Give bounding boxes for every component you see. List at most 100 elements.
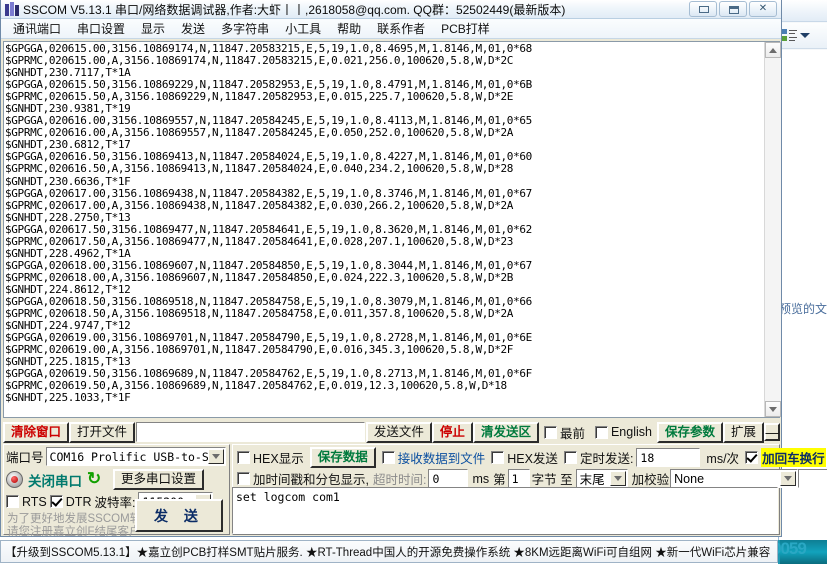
port-number-label: 端口号 [6,451,44,465]
checksum-label: 加校验 [631,473,670,487]
port-select[interactable]: COM16 Prolific USB-to-Seri [45,447,226,466]
rts-checkbox-box[interactable] [6,495,19,508]
background-window-titlebar [779,0,827,22]
timed-send-checkbox[interactable]: 定时发送: [563,448,634,467]
rts-label: RTS [22,494,47,509]
collapse-button[interactable]: — [764,423,780,441]
menu-item-display[interactable]: 显示 [133,19,173,38]
port-select-arrow-icon[interactable] [207,449,224,464]
menu-item-send[interactable]: 发送 [173,19,213,38]
checksum-extra-input[interactable] [798,469,827,488]
window-title: SSCOM V5.13.1 串口/网络数据调试器,作者:大虾丨丨,2618058… [23,2,566,17]
port-status-indicator-icon [6,471,23,488]
clear-send-area-button[interactable]: 清发送区 [472,421,539,443]
recv-to-file-checkbox-box[interactable] [381,451,395,464]
byte-end-arrow-icon[interactable] [609,471,626,486]
send-file-button[interactable]: 发送文件 [365,421,432,443]
english-checkbox[interactable]: English [594,425,652,439]
titlebar: SSCOM V5.13.1 串口/网络数据调试器,作者:大虾丨丨,2618058… [1,0,781,19]
menu-item-contact[interactable]: 联系作者 [369,19,433,38]
menu-item-port-setup[interactable]: 串口设置 [69,19,133,38]
topmost-label: 最前 [559,426,585,441]
timestamp-checkbox[interactable]: 加时间戳和分包显示, [237,469,369,488]
byte-from-input[interactable]: 1 [507,469,530,488]
file-toolbar: 清除窗口 打开文件 发送文件 停止 清发送区 最前 English 保存参数 扩… [3,421,780,443]
menu-item-comm-port[interactable]: 通讯端口 [5,19,69,38]
checksum-value: None [674,471,705,486]
crlf-checkbox[interactable]: 加回车换行 [745,448,826,467]
close-button[interactable]: ✕ [749,1,777,17]
terminal-line: $GNHDT,230.6636,T*1F [5,174,131,188]
byte-end-select[interactable]: 末尾 [575,469,628,488]
recv-to-file-label: 接收数据到文件 [397,452,486,466]
chevron-down-icon[interactable] [800,33,810,38]
ms-label: ms [472,471,490,486]
scroll-up-button[interactable] [765,42,781,58]
scrollbar-track[interactable] [765,58,781,401]
hex-send-checkbox[interactable]: HEX发送 [491,448,558,467]
save-data-button[interactable]: 保存数据 [309,447,376,468]
dtr-checkbox[interactable]: DTR [49,494,92,509]
timestamp-checkbox-box[interactable] [237,472,250,485]
recv-to-file-checkbox[interactable]: 接收数据到文件 [381,448,486,467]
minimize-button[interactable] [689,1,717,17]
refresh-ports-icon[interactable]: ↻ [87,470,104,488]
save-params-button[interactable]: 保存参数 [656,421,723,443]
terminal-scrollbar[interactable] [764,42,781,417]
menu-item-pcb[interactable]: PCB打样 [433,19,498,38]
hex-display-checkbox[interactable]: HEX显示 [237,448,304,467]
dtr-label: DTR [65,494,92,509]
close-port-button[interactable]: 关闭串口 [28,470,82,490]
send-button[interactable]: 发 送 [135,499,223,532]
baud-rate-label: 波特率: [94,496,136,510]
menubar: 通讯端口 串口设置 显示 发送 多字符串 小工具 帮助 联系作者 PCB打样 [1,19,781,39]
list-view-icon[interactable] [782,29,797,42]
crlf-label: 加回车换行 [761,448,826,467]
statusbar: 【升级到SSCOM5.13.1】★嘉立创PCB打样SMT贴片服务. ★RT-Th… [0,540,778,563]
app-logo-icon [4,1,20,17]
hex-display-checkbox-box[interactable] [237,451,250,464]
topmost-checkbox[interactable]: 最前 [543,423,585,442]
timed-send-label: 定时发送: [579,452,634,466]
timed-send-checkbox-box[interactable] [563,451,577,464]
topmost-checkbox-box[interactable] [543,425,557,439]
rts-checkbox[interactable]: RTS [6,495,47,509]
receive-area: $GPGGA,020615.00,3156.10869174,N,11847.2… [3,41,781,418]
dtr-checkbox-box[interactable] [49,495,63,508]
english-checkbox-box[interactable] [594,425,608,439]
file-path-input[interactable] [136,422,365,442]
terminal-line: $GPRMC,020617.00,A,3156.10869438,N,11847… [5,198,514,212]
send-textarea[interactable]: set logcom com1 [232,487,778,534]
clear-window-button[interactable]: 清除窗口 [3,421,70,443]
menu-item-help[interactable]: 帮助 [329,19,369,38]
hex-send-label: HEX发送 [507,452,558,466]
stop-button[interactable]: 停止 [431,421,473,443]
background-window-toolbar [779,23,827,49]
open-file-button[interactable]: 打开文件 [69,421,136,443]
crlf-checkbox-box[interactable] [745,451,759,464]
window-buttons: ✕ [689,1,777,17]
timeout-input[interactable]: 0 [428,469,469,488]
statusbar-text[interactable]: 【升级到SSCOM5.13.1】★嘉立创PCB打样SMT贴片服务. ★RT-Th… [1,544,770,560]
terminal-line: $GPRMC,020616.50,A,3156.10869413,N,11847… [5,162,514,176]
hex-send-checkbox-box[interactable] [491,451,505,464]
scroll-down-button[interactable] [765,401,781,417]
menu-item-multistring[interactable]: 多字符串 [213,19,277,38]
byte-end-value: 末尾 [579,473,605,487]
timestamp-label: 加时间戳和分包显示, [253,473,369,487]
english-label: English [610,425,652,439]
more-port-settings-button[interactable]: 更多串口设置 [113,469,205,490]
terminal-line: $GPRMC,020617.50,A,3156.10869477,N,11847… [5,234,514,248]
terminal-line: $GPGGA,020617.50,3156.10869477,N,11847.2… [5,222,532,236]
terminal-output[interactable]: $GPGGA,020615.00,3156.10869174,N,11847.2… [4,42,764,417]
terminal-line: $GNHDT,228.2750,T*13 [5,210,131,224]
ms-per-time-label: ms/次 [706,452,740,466]
hex-display-label: HEX显示 [253,452,304,466]
extend-button[interactable]: 扩展 [722,421,764,443]
timed-send-input[interactable]: 18 [636,448,701,467]
checksum-arrow-icon[interactable] [780,471,797,486]
port-settings-panel: 端口号 COM16 Prolific USB-to-Seri 关闭串口 ↻ 更多… [3,444,230,538]
maximize-button[interactable] [719,1,747,17]
checksum-select[interactable]: None [670,469,799,488]
menu-item-tools[interactable]: 小工具 [277,19,329,38]
